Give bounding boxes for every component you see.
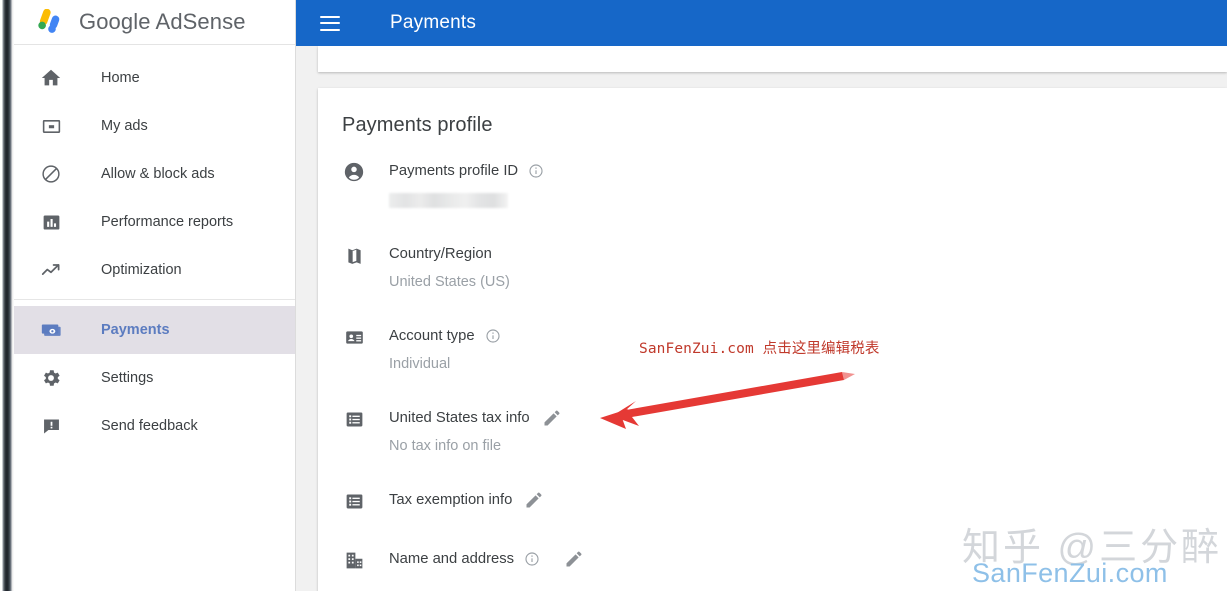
hamburger-menu-icon[interactable] [320,15,340,31]
row-tax-exemption-info: Tax exemption info [342,488,1227,513]
redacted-profile-id-value [389,193,508,208]
sidebar-primary-group: Home My ads Allow & block ads Performanc… [10,45,295,294]
person-circle-icon [342,160,366,184]
row-value: Individual [389,356,451,372]
sidebar-item-label: Send feedback [101,418,198,434]
ad-unit-icon [39,114,63,138]
row-head: United States tax info [389,406,562,430]
sidebar-item-label: Payments [101,322,170,338]
sidebar-item-performance-reports[interactable]: Performance reports [10,198,295,246]
sidebar-item-payments[interactable]: Payments [10,306,295,354]
row-body: Payments profile ID [389,159,544,208]
main-content-area: Payments profile Payments profile ID Cou… [296,46,1227,591]
gear-icon [39,366,63,390]
row-head: Account type [389,324,501,348]
sidebar-secondary-group: Payments Settings Send feedback [10,299,295,450]
sidebar-item-label: Performance reports [101,214,234,230]
feedback-icon [39,414,63,438]
sidebar-item-label: Settings [101,370,154,386]
money-icon [39,318,63,342]
sidebar-item-label: My ads [101,118,148,134]
row-united-states-tax-info: United States tax info No tax info on fi… [342,406,1227,454]
info-icon[interactable] [528,163,544,179]
row-name-and-address: Name and address [342,547,1227,572]
bar-chart-icon [39,210,63,234]
sidebar-item-home[interactable]: Home [10,54,295,102]
adsense-logo-icon [30,8,68,35]
map-icon [342,243,366,267]
edit-pencil-icon[interactable] [564,549,584,569]
row-head: Country/Region [389,242,510,266]
row-head: Payments profile ID [389,159,544,183]
page-title: Payments [390,12,477,33]
card-title: Payments profile [342,114,493,136]
edit-pencil-icon[interactable] [524,490,544,510]
sidebar-item-settings[interactable]: Settings [10,354,295,402]
upper-card-partial [318,46,1227,72]
row-label: Account type [389,328,475,344]
sidebar: Google AdSense Home My ads Allow & block… [10,0,296,591]
trending-up-icon [39,258,63,282]
row-head: Tax exemption info [389,488,544,512]
screenshot-root: Payments Google AdSense Home My ads Allo… [0,0,1227,591]
list-icon [342,489,366,513]
sidebar-item-my-ads[interactable]: My ads [10,102,295,150]
sidebar-item-allow-block-ads[interactable]: Allow & block ads [10,150,295,198]
edit-pencil-icon[interactable] [542,408,562,428]
home-icon [39,66,63,90]
row-value: United States (US) [389,274,510,290]
row-body: Name and address [389,547,584,571]
row-body: United States tax info No tax info on fi… [389,406,562,454]
brand-header[interactable]: Google AdSense [10,0,295,45]
row-body: Country/Region United States (US) [389,242,510,290]
sidebar-item-label: Allow & block ads [101,166,215,182]
list-icon [342,407,366,431]
row-payments-profile-id: Payments profile ID [342,159,1227,208]
row-label: Name and address [389,551,515,567]
block-icon [39,162,63,186]
row-label: Tax exemption info [389,492,513,508]
contact-card-icon [342,325,366,349]
row-label: Country/Region [389,246,492,262]
row-country-region: Country/Region United States (US) [342,242,1227,290]
row-head: Name and address [389,547,584,571]
annotation-callout-text: SanFenZui.com 点击这里编辑税表 [639,341,880,357]
sidebar-item-label: Home [101,70,140,86]
row-body: Account type Individual [389,324,501,372]
info-icon[interactable] [524,551,540,567]
row-body: Tax exemption info [389,488,544,512]
sidebar-item-optimization[interactable]: Optimization [10,246,295,294]
sidebar-item-send-feedback[interactable]: Send feedback [10,402,295,450]
sidebar-item-label: Optimization [101,262,182,278]
row-label: Payments profile ID [389,163,519,179]
app-header-bar: Payments [296,0,1227,46]
building-icon [342,548,366,572]
row-value: No tax info on file [389,438,502,454]
browser-window-edge [0,0,14,591]
brand-name: Google AdSense [79,9,246,34]
row-label: United States tax info [389,410,530,426]
info-icon[interactable] [485,328,501,344]
